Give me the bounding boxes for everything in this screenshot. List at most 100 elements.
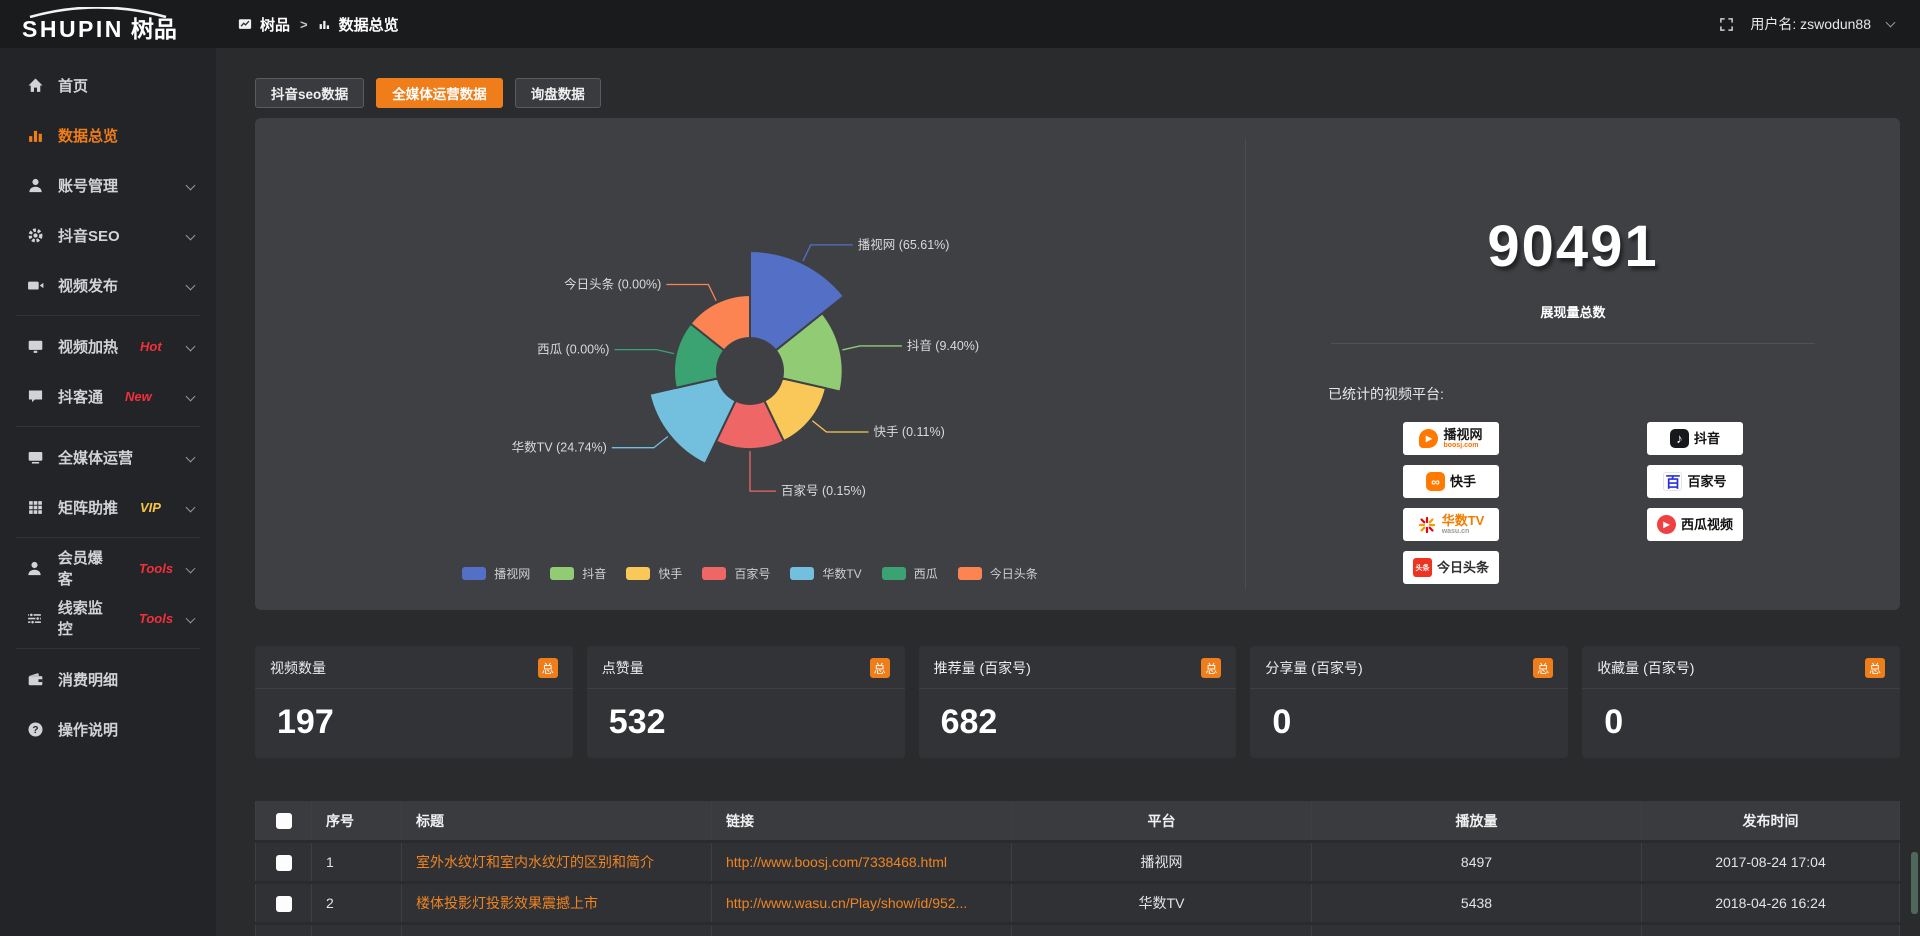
chevron-down-icon	[186, 502, 196, 512]
user-icon	[26, 177, 44, 194]
cell-url-link[interactable]: http://www.boosj.com/7338468.html	[712, 842, 1012, 883]
pie-label-line	[842, 346, 902, 350]
stat-card-value: 197	[255, 689, 573, 742]
row-checkbox[interactable]	[276, 896, 292, 912]
tab-全媒体运营数据[interactable]: 全媒体运营数据	[376, 78, 503, 108]
stat-card-title: 分享量 (百家号)	[1265, 658, 1362, 678]
platform-badge-华数TV: 华数TVwasu.cn	[1403, 508, 1499, 541]
pie-label-抖音: 抖音 (9.40%)	[907, 338, 979, 353]
sidebar-item-矩阵助推[interactable]: 矩阵助推VIP	[0, 482, 216, 532]
scrollbar-thumb[interactable]	[1911, 852, 1918, 914]
col-header-title: 标题	[402, 800, 712, 842]
select-all-checkbox[interactable]	[276, 813, 292, 829]
stat-card-title: 点赞量	[602, 658, 644, 678]
legend-item-西瓜[interactable]: 西瓜	[882, 565, 938, 582]
sidebar-item-tag: Tools	[139, 611, 173, 626]
stat-card-header: 收藏量 (百家号)总	[1582, 646, 1900, 689]
col-header-platform: 平台	[1012, 800, 1312, 842]
cell-time: 2017-08-24 17:04	[1642, 842, 1900, 883]
breadcrumb-current: 数据总览	[339, 14, 399, 35]
stat-card-视频数量: 视频数量总197	[255, 646, 573, 758]
legend-swatch	[882, 567, 906, 580]
sidebar-divider	[16, 648, 200, 649]
chat-icon	[26, 388, 44, 405]
pie-label-line	[803, 245, 853, 261]
col-header-time: 发布时间	[1642, 800, 1900, 842]
sidebar-item-操作说明[interactable]: ?操作说明	[0, 704, 216, 754]
breadcrumb-root[interactable]: 树品	[260, 14, 290, 35]
table-row: 2楼体投影灯投影效果震撼上市http://www.wasu.cn/Play/sh…	[256, 883, 1900, 924]
pie-label-华数TV: 华数TV (24.74%)	[512, 440, 607, 455]
screen-icon	[26, 449, 44, 466]
legend-item-播视网[interactable]: 播视网	[462, 565, 530, 582]
sidebar: 首页数据总览账号管理抖音SEO视频发布视频加热Hot抖客通New 全媒体运营矩阵助…	[0, 48, 216, 936]
legend-label: 快手	[658, 565, 682, 582]
topbar: SHUPIN 树品 树品 > 数据总览 用户名: zswodun88	[0, 0, 1920, 48]
platform-label: 抖音	[1694, 432, 1720, 446]
fullscreen-icon[interactable]	[1719, 17, 1734, 32]
pie-label-快手: 快手 (0.11%)	[873, 425, 944, 439]
legend-label: 华数TV	[822, 565, 861, 582]
toutiao-icon: 头条	[1413, 558, 1432, 577]
sidebar-item-消费明细[interactable]: 消费明细	[0, 654, 216, 704]
stat-card-header: 推荐量 (百家号)总	[919, 646, 1237, 689]
legend-label: 抖音	[582, 565, 606, 582]
sidebar-item-线索监控[interactable]: 线索监控 Tools	[0, 593, 216, 643]
legend-item-今日头条[interactable]: 今日头条	[958, 565, 1038, 582]
sidebar-item-label: 全媒体运营	[58, 447, 133, 468]
cell-platform: 华数TV	[1012, 883, 1312, 924]
rose-chart-area: 播视网 (65.61%)抖音 (9.40%)快手 (0.11%)百家号 (0.1…	[255, 118, 1245, 610]
chevron-down-icon	[186, 391, 196, 401]
legend-item-华数TV[interactable]: 华数TV	[790, 565, 861, 582]
monitor-icon	[26, 338, 44, 355]
cell-url-link[interactable]: http://www.wasu.cn/Play/show/id/952...	[712, 883, 1012, 924]
sidebar-item-视频发布[interactable]: 视频发布	[0, 260, 216, 310]
cell-title-link[interactable]: 楼体投影灯投影效果震撼上市	[402, 883, 712, 924]
sidebar-item-视频加热[interactable]: 视频加热Hot	[0, 321, 216, 371]
legend-item-快手[interactable]: 快手	[626, 565, 682, 582]
sidebar-item-抖音SEO[interactable]: 抖音SEO	[0, 210, 216, 260]
sidebar-item-首页[interactable]: 首页	[0, 60, 216, 110]
col-header-plays: 播放量	[1312, 800, 1642, 842]
sidebar-item-label: 消费明细	[58, 669, 118, 690]
pie-slice-华数TV[interactable]	[650, 378, 736, 463]
data-tabs: 抖音seo数据全媒体运营数据询盘数据	[255, 78, 1900, 108]
stat-card-title: 推荐量 (百家号)	[934, 658, 1031, 678]
sidebar-item-数据总览[interactable]: 数据总览	[0, 110, 216, 160]
total-badge: 总	[538, 658, 558, 678]
rose-pie-chart: 播视网 (65.61%)抖音 (9.40%)快手 (0.11%)百家号 (0.1…	[255, 146, 1245, 556]
pie-label-line	[612, 436, 668, 447]
sidebar-item-label: 线索监控	[58, 597, 117, 639]
cell-plays: 5438	[1312, 883, 1642, 924]
question-icon: ?	[26, 721, 44, 738]
platform-badge-快手: ∞快手	[1403, 465, 1499, 498]
sidebar-item-抖客通[interactable]: 抖客通New	[0, 371, 216, 421]
boosj-icon: ▶	[1419, 429, 1438, 448]
cell-title-link[interactable]: 室外水纹灯和室内水纹灯的区别和简介	[402, 842, 712, 883]
sidebar-item-label: 首页	[58, 75, 88, 96]
legend-swatch	[790, 567, 814, 580]
legend-item-抖音[interactable]: 抖音	[550, 565, 606, 582]
total-badge: 总	[1865, 658, 1885, 678]
legend-label: 播视网	[494, 565, 530, 582]
tab-抖音seo数据[interactable]: 抖音seo数据	[255, 78, 364, 108]
stat-card-收藏量 (百家号): 收藏量 (百家号)总0	[1582, 646, 1900, 758]
sidebar-item-账号管理[interactable]: 账号管理	[0, 160, 216, 210]
platform-label: 快手	[1450, 475, 1476, 489]
sidebar-item-会员爆客[interactable]: 会员爆客Tools	[0, 543, 216, 593]
overview-panel: 播视网 (65.61%)抖音 (9.40%)快手 (0.11%)百家号 (0.1…	[255, 118, 1900, 610]
tab-询盘数据[interactable]: 询盘数据	[515, 78, 601, 108]
stat-card-value: 682	[919, 689, 1237, 742]
chevron-down-icon[interactable]	[1886, 17, 1896, 27]
app-logo: SHUPIN 树品	[0, 7, 216, 41]
sidebar-divider	[16, 537, 200, 538]
platform-sub-label: boosj.com	[1443, 442, 1478, 449]
total-impressions-value: 90491	[1246, 218, 1900, 276]
username-dropdown[interactable]: 用户名: zswodun88	[1750, 14, 1871, 34]
chart-legend: 播视网 抖音 快手 百家号 华数TV 西瓜 今日头条	[255, 565, 1245, 582]
svg-text:?: ?	[32, 725, 38, 736]
sidebar-item-全媒体运营[interactable]: 全媒体运营	[0, 432, 216, 482]
legend-item-百家号[interactable]: 百家号	[702, 565, 770, 582]
stat-card-点赞量: 点赞量总532	[587, 646, 905, 758]
row-checkbox[interactable]	[276, 855, 292, 871]
